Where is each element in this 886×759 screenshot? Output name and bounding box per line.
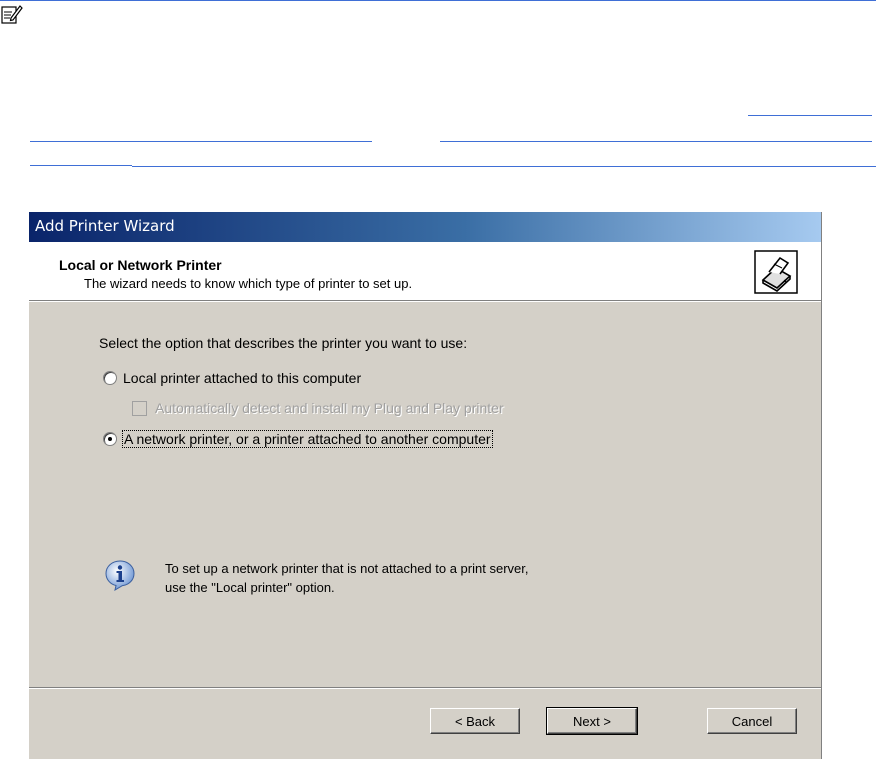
local-printer-label[interactable]: Local printer attached to this computer: [123, 370, 361, 386]
network-printer-label[interactable]: A network printer, or a printer attached…: [122, 430, 493, 448]
top-rule: [0, 0, 876, 1]
plug-and-play-label: Automatically detect and install my Plug…: [155, 400, 504, 416]
link-underline[interactable]: [132, 166, 876, 167]
footer-divider-highlight: [29, 688, 821, 689]
local-printer-option[interactable]: Local printer attached to this computer: [103, 370, 361, 386]
back-button[interactable]: < Back: [430, 708, 520, 734]
radio-button-selected[interactable]: [103, 432, 117, 446]
header-subtitle: The wizard needs to know which type of p…: [84, 276, 413, 291]
link-underline[interactable]: [748, 115, 872, 116]
header-title: Local or Network Printer: [59, 257, 222, 273]
info-icon: [105, 560, 135, 591]
header-divider-highlight: [29, 301, 821, 302]
link-underline[interactable]: [30, 141, 372, 142]
link-underline[interactable]: [440, 141, 872, 142]
title-bar[interactable]: Add Printer Wizard: [29, 212, 821, 242]
cancel-button[interactable]: Cancel: [707, 708, 797, 734]
plug-and-play-checkbox: [132, 400, 147, 416]
next-button[interactable]: Next >: [546, 707, 638, 735]
info-text-line2: use the "Local printer" option.: [165, 580, 335, 595]
wizard-header: Local or Network Printer The wizard need…: [29, 242, 821, 300]
window-title: Add Printer Wizard: [35, 217, 175, 235]
link-underline[interactable]: [30, 165, 132, 166]
network-printer-option[interactable]: A network printer, or a printer attached…: [103, 430, 493, 448]
prompt-text: Select the option that describes the pri…: [99, 335, 468, 351]
add-printer-wizard-dialog: Add Printer Wizard Local or Network Prin…: [29, 212, 822, 759]
printer-icon: [754, 250, 798, 294]
info-text-line1: To set up a network printer that is not …: [165, 561, 529, 576]
plug-and-play-option: Automatically detect and install my Plug…: [132, 400, 504, 416]
radio-button[interactable]: [103, 371, 117, 385]
note-pencil-icon: [1, 5, 23, 24]
